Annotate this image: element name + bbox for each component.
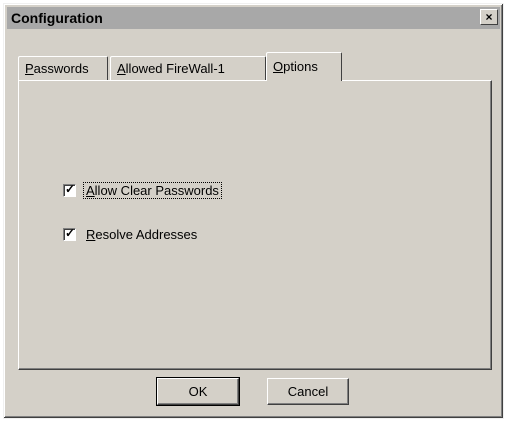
allow-clear-accesskey: A [86,183,95,198]
title-bar[interactable]: Configuration × [7,7,500,29]
dialog-title: Configuration [11,10,103,26]
cancel-button[interactable]: Cancel [267,378,349,405]
tab-passwords-accesskey: P [25,61,34,76]
resolve-accesskey: R [86,227,96,242]
configuration-dialog: Configuration × Passwords Allowed FireWa… [3,3,504,419]
resolve-text: esolve Addresses [95,227,198,242]
tab-passwords[interactable]: Passwords [18,56,108,80]
ok-button[interactable]: OK [156,377,240,406]
tab-allowed-firewall-label: llowed FireWall-1 [125,61,225,76]
options-panel: ✓ Allow Clear Passwords ✓ Resolve Addres… [18,80,492,370]
tab-options[interactable]: Options [266,52,342,81]
tab-allowed-firewall-accesskey: A [117,61,126,76]
allow-clear-text: llow Clear Passwords [94,183,219,198]
allow-clear-passwords-checkbox[interactable]: ✓ [63,182,76,197]
resolve-addresses-row[interactable]: ✓ Resolve Addresses [63,226,199,242]
tab-allowed-firewall[interactable]: Allowed FireWall-1 [110,56,266,80]
tab-options-label: ptions [283,59,318,74]
tab-options-accesskey: O [273,59,284,74]
allow-clear-passwords-row[interactable]: ✓ Allow Clear Passwords [63,182,222,199]
resolve-addresses-label[interactable]: Resolve Addresses [84,227,199,242]
check-icon: ✓ [65,226,76,240]
close-icon: × [485,10,493,24]
close-button[interactable]: × [480,9,498,25]
allow-clear-passwords-label[interactable]: Allow Clear Passwords [83,182,222,199]
resolve-addresses-checkbox[interactable]: ✓ [63,226,76,241]
check-icon: ✓ [65,182,76,196]
tab-passwords-label: asswords [33,61,89,76]
